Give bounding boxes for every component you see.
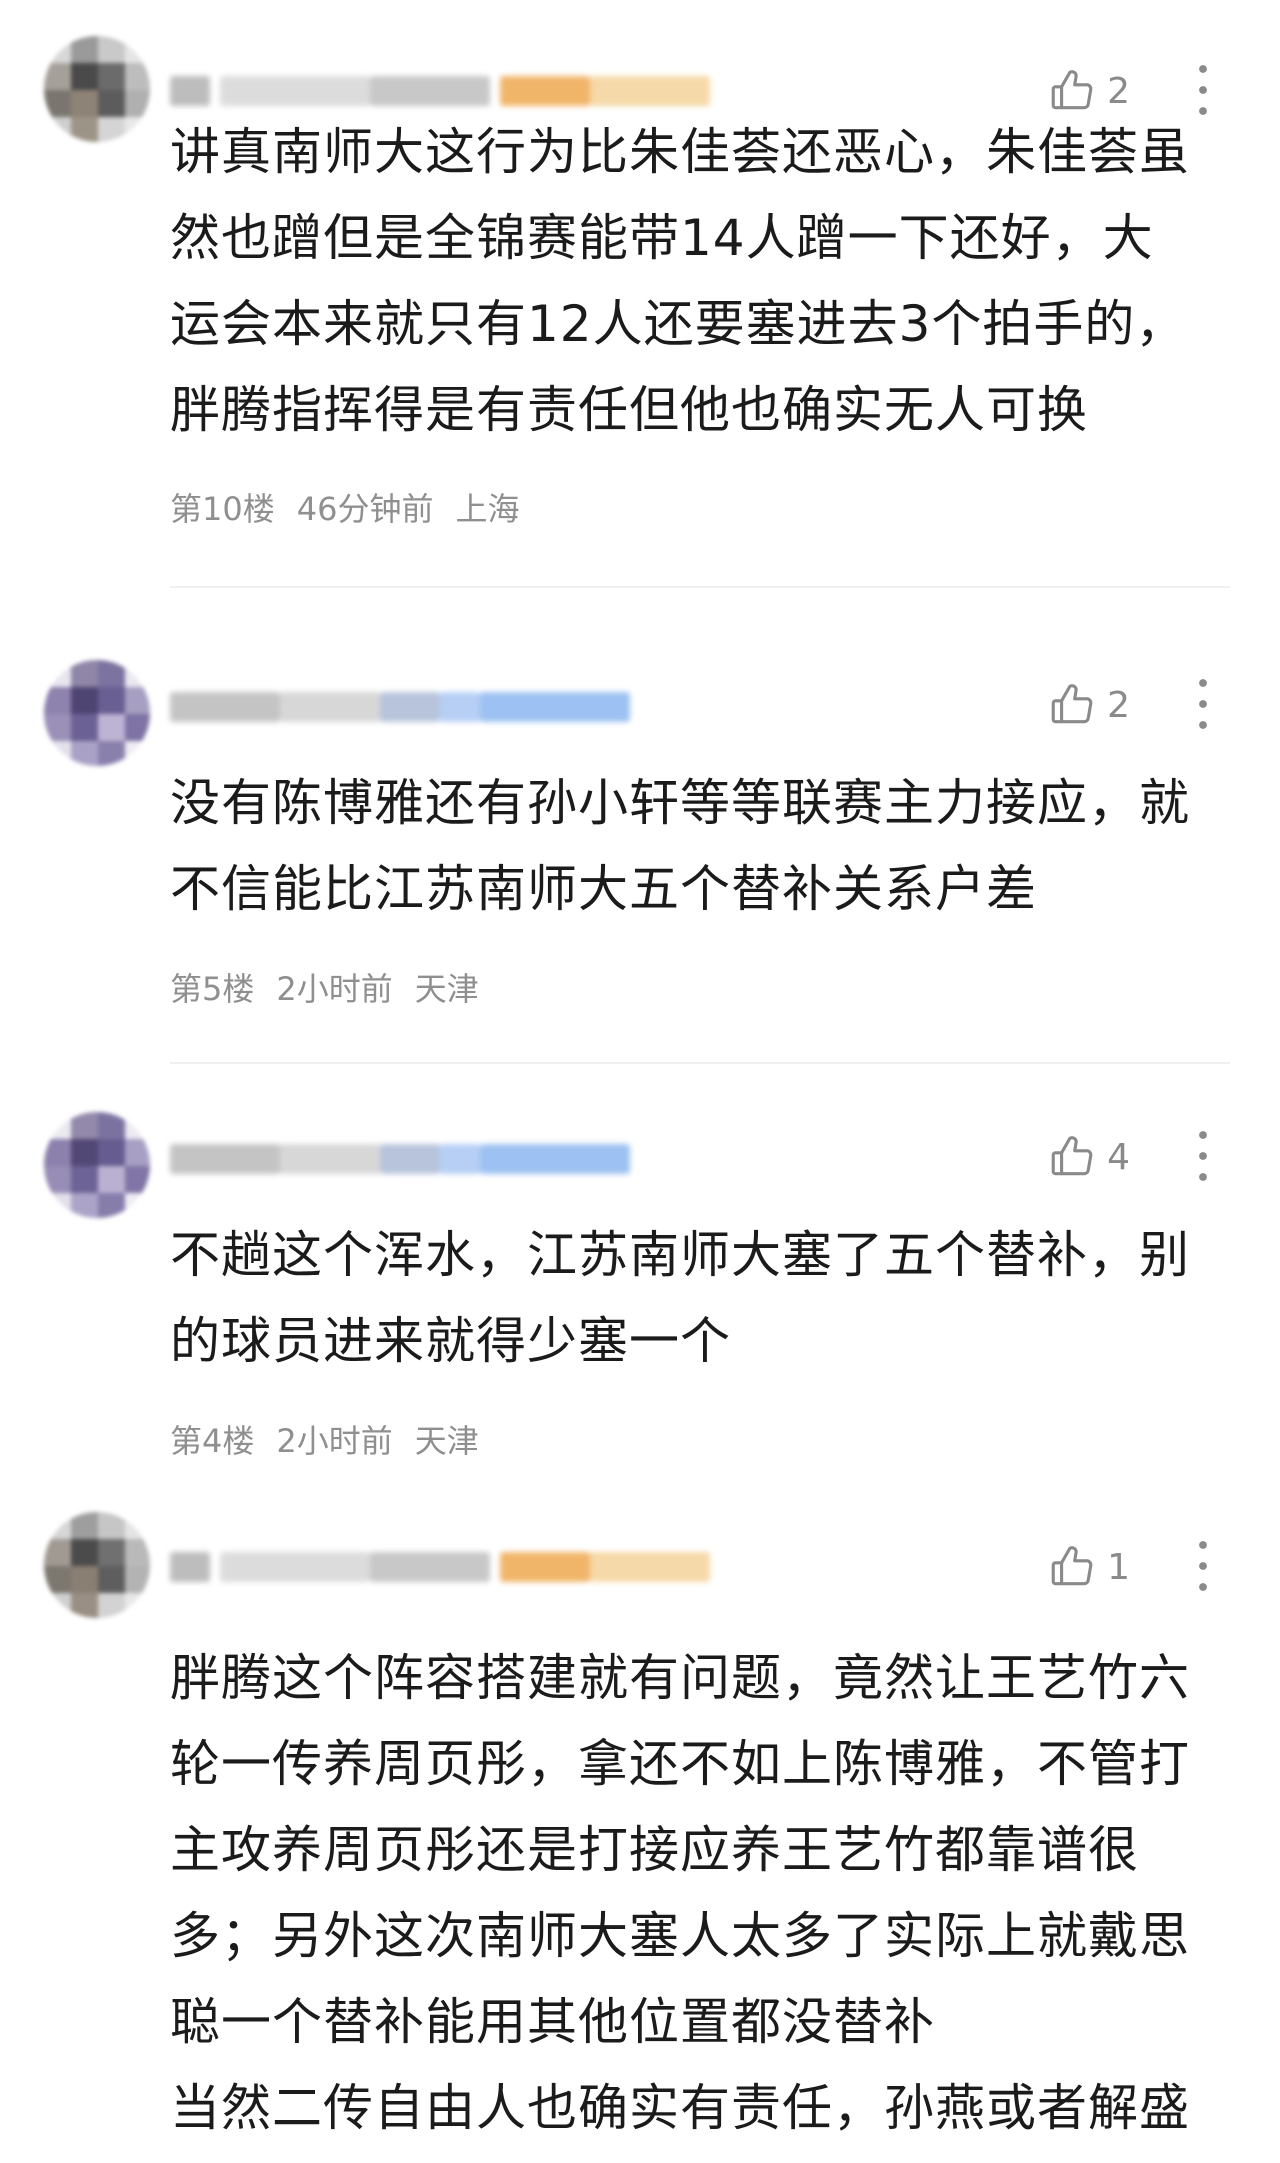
comment-meta: 第10楼 46分钟前 上海 xyxy=(170,484,519,530)
like-count: 1 xyxy=(1107,1546,1130,1588)
more-options-button[interactable] xyxy=(1188,1126,1218,1186)
comment-meta: 第5楼 2小时前 天津 xyxy=(170,964,479,1010)
floor-number: 第5楼 xyxy=(170,970,255,1008)
more-vertical-icon xyxy=(1199,1131,1207,1181)
comment-text: 没有陈博雅还有孙小轩等等联赛主力接应，就 不信能比江苏南师大五个替补关系户差 xyxy=(170,774,1190,918)
location: 天津 xyxy=(414,970,479,1008)
thumbs-up-outline-icon xyxy=(1051,684,1093,724)
divider xyxy=(170,1062,1230,1064)
comment-item: 1 胖腾这个阵容搭建就有问题，竟然让王艺竹六 轮一传养周页彤，拿还不如上陈博雅，… xyxy=(0,1512,1280,2163)
like-count: 2 xyxy=(1107,70,1130,112)
divider xyxy=(170,586,1230,588)
comment-text: 讲真南师大这行为比朱佳荟还恶心，朱佳荟虽 然也蹭但是全锦赛能带14人蹭一下还好，… xyxy=(170,123,1190,439)
comment-item: 2 讲真南师大这行为比朱佳荟还恶心，朱佳荟虽 然也蹭但是全锦赛能带14人蹭一下还… xyxy=(0,36,1280,596)
thumbs-up-outline-icon xyxy=(1051,1546,1093,1586)
like-button[interactable]: 2 xyxy=(1047,680,1130,730)
timestamp: 2小时前 xyxy=(276,970,393,1008)
like-button[interactable]: 1 xyxy=(1047,1542,1130,1592)
comment-text: 胖腾这个阵容搭建就有问题，竟然让王艺竹六 轮一传养周页彤，拿还不如上陈博雅，不管… xyxy=(170,1649,1190,2137)
username-blurred[interactable] xyxy=(170,1542,750,1592)
avatar[interactable] xyxy=(44,36,150,142)
like-button[interactable]: 4 xyxy=(1047,1132,1130,1182)
timestamp: 2小时前 xyxy=(276,1422,393,1460)
location: 上海 xyxy=(455,490,520,528)
avatar[interactable] xyxy=(44,1112,150,1218)
like-count: 4 xyxy=(1107,1136,1130,1178)
location: 天津 xyxy=(414,1422,479,1460)
comment-text: 不趟这个浑水，江苏南师大塞了五个替补，别 的球员进来就得少塞一个 xyxy=(170,1226,1190,1370)
more-vertical-icon xyxy=(1199,679,1207,729)
comment-item: 2 没有陈博雅还有孙小轩等等联赛主力接应，就 不信能比江苏南师大五个替补关系户差… xyxy=(0,660,1280,1080)
comment-meta: 第4楼 2小时前 天津 xyxy=(170,1416,479,1462)
username-blurred[interactable] xyxy=(170,1134,750,1184)
more-options-button[interactable] xyxy=(1188,674,1218,734)
floor-number: 第4楼 xyxy=(170,1422,255,1460)
comment-item: 4 不趟这个浑水，江苏南师大塞了五个替补，别 的球员进来就得少塞一个 第4楼 2… xyxy=(0,1112,1280,1532)
avatar[interactable] xyxy=(44,1512,150,1618)
timestamp: 46分钟前 xyxy=(296,490,434,528)
thumbs-up-outline-icon xyxy=(1051,1136,1093,1176)
like-count: 2 xyxy=(1107,684,1130,726)
more-vertical-icon xyxy=(1199,1541,1207,1591)
more-options-button[interactable] xyxy=(1188,1536,1218,1596)
floor-number: 第10楼 xyxy=(170,490,275,528)
avatar[interactable] xyxy=(44,660,150,766)
comment-feed: 2 讲真南师大这行为比朱佳荟还恶心，朱佳荟虽 然也蹭但是全锦赛能带14人蹭一下还… xyxy=(0,0,1280,2163)
username-blurred[interactable] xyxy=(170,682,750,732)
